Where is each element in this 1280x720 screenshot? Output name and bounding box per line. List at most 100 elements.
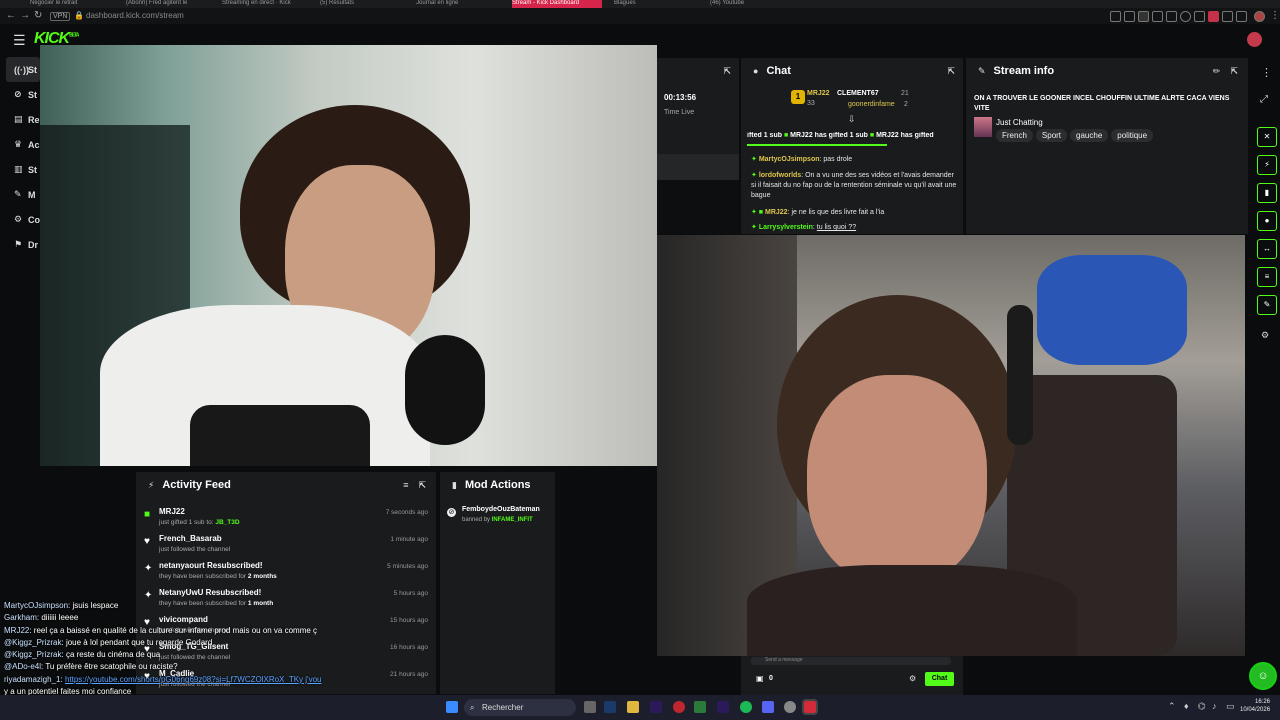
filter-icon[interactable]: ≡ <box>403 480 408 490</box>
browser-tab-active[interactable]: Stream - Kick Dashboard <box>512 0 602 8</box>
feed-user[interactable]: netanyaourt Resubscribed! <box>159 561 263 570</box>
nav-item-stream[interactable]: ((·)) St <box>6 57 40 82</box>
top-user-name[interactable]: CLEMENT67 <box>837 90 879 97</box>
pin-icon[interactable]: ⇩ <box>848 114 856 125</box>
taskview-icon[interactable] <box>584 701 596 713</box>
extension-icon[interactable] <box>1152 11 1163 22</box>
tag[interactable]: Sport <box>1035 129 1068 142</box>
popout-icon[interactable]: ⇱ <box>723 66 731 77</box>
browser-tab[interactable]: Blagues <box>614 0 699 8</box>
expand-icon[interactable]: ⤢ <box>1260 94 1268 105</box>
chat-send-button[interactable]: Chat <box>925 672 954 686</box>
headphone-shape <box>1007 305 1033 445</box>
feed-user[interactable]: French_Basarab <box>159 534 222 543</box>
nav-item-settings[interactable]: ⚙ Co <box>6 207 40 232</box>
top-user-count: 2 <box>904 101 908 108</box>
discord-icon[interactable] <box>762 701 774 713</box>
feed-user[interactable]: NetanyUwU Resubscribed! <box>159 588 261 597</box>
lightning-icon[interactable]: ⚡ <box>1257 155 1277 175</box>
chat-input[interactable]: Send a message <box>751 657 951 665</box>
settings-icon[interactable]: ⚙ <box>909 674 916 683</box>
profile-icon[interactable] <box>1254 11 1265 22</box>
browser-tab[interactable]: Streaming en direct · Kick <box>222 0 307 8</box>
browser-tab[interactable]: (Abonn) Fred agitent le <box>126 0 211 8</box>
popout-icon[interactable]: ⇱ <box>1230 66 1238 77</box>
tag[interactable]: French <box>996 129 1033 142</box>
edit-icon[interactable]: ✏ <box>1213 66 1221 77</box>
volume-icon[interactable]: ♪ <box>1212 701 1217 711</box>
tag[interactable]: gauche <box>1070 129 1109 142</box>
premiere-icon[interactable] <box>650 701 662 713</box>
url-field[interactable]: dashboard.kick.com/stream <box>86 11 184 20</box>
avatar[interactable] <box>1247 32 1262 47</box>
mic-icon[interactable]: ♦ <box>1184 701 1189 711</box>
hamburger-menu-icon[interactable]: ☰ <box>13 32 26 49</box>
heart-icon[interactable] <box>1180 11 1191 22</box>
settings-icon[interactable]: ⚙ <box>1261 330 1269 341</box>
nav-item-replay[interactable]: ▤ Re <box>6 107 40 132</box>
nav-item-moderation[interactable]: ✎ M <box>6 182 40 207</box>
taskbar-search[interactable]: ⌕ Rechercher <box>464 699 576 716</box>
browser-active-icon[interactable] <box>802 699 818 715</box>
browser-tab[interactable]: Journal en ligne <box>416 0 501 8</box>
chat-username[interactable]: lordofworlds <box>759 172 801 179</box>
badge-icon[interactable] <box>1208 11 1219 22</box>
taskbar-clock[interactable]: 16:26 10/04/2026 <box>1240 698 1270 714</box>
shield-icon[interactable] <box>1138 11 1149 22</box>
browser-tab[interactable]: Négocier le retrait <box>30 0 90 8</box>
mod-action-user[interactable]: FemboydeOuzBateman <box>462 506 540 513</box>
extension-icon[interactable] <box>1222 11 1233 22</box>
vpn-icon[interactable]: VPN <box>50 12 71 21</box>
play-icon[interactable] <box>1166 11 1177 22</box>
nav-item-stats[interactable]: ▥ St <box>6 157 40 182</box>
extension-icon[interactable] <box>1110 11 1121 22</box>
top-user-name[interactable]: MRJ22 <box>807 90 830 97</box>
more-icon[interactable]: ⋮ <box>1261 66 1272 79</box>
points-icon[interactable]: ▣ <box>756 674 764 683</box>
popout-icon[interactable]: ⇱ <box>418 480 426 491</box>
spotify-icon[interactable] <box>740 701 752 713</box>
battery-icon[interactable]: ▭ <box>1226 701 1235 712</box>
category-name[interactable]: Just Chatting <box>996 118 1043 127</box>
extension-icon[interactable] <box>1194 11 1205 22</box>
chat-icon[interactable]: ● <box>1257 211 1277 231</box>
popout-icon[interactable]: ⇱ <box>947 66 955 77</box>
chat-username[interactable]: MRJ22 <box>765 209 788 216</box>
browser-tab[interactable]: (5) Résultats <box>320 0 405 8</box>
nav-item-link[interactable]: ⊘ St <box>6 82 40 107</box>
extension-icon[interactable] <box>1124 11 1135 22</box>
help-chat-icon[interactable]: ☺ <box>1249 662 1277 690</box>
category-thumbnail[interactable] <box>974 117 992 137</box>
browser-tab[interactable]: (46) Youtube <box>710 0 795 8</box>
app-icon[interactable] <box>784 701 796 713</box>
tag[interactable]: politique <box>1111 129 1154 142</box>
chat-username[interactable]: Larrysylverstein <box>759 224 813 231</box>
forward-icon[interactable]: → <box>20 10 30 21</box>
photoshop-icon[interactable] <box>604 701 616 713</box>
menu-icon[interactable]: ⋮ <box>1270 10 1280 21</box>
premiere-icon[interactable] <box>717 701 729 713</box>
tray-chevron-icon[interactable]: ⌃ <box>1168 701 1176 712</box>
top-user-count: 33 <box>807 100 815 107</box>
extension-icon[interactable] <box>1236 11 1247 22</box>
mod-action-by[interactable]: INFAME_INFIT <box>492 517 533 523</box>
reload-icon[interactable]: ↻ <box>34 10 42 21</box>
folder-icon[interactable] <box>627 701 639 713</box>
app-icon[interactable] <box>694 701 706 713</box>
resize-icon[interactable]: ↔ <box>1257 239 1277 259</box>
feed-user[interactable]: MRJ22 <box>159 507 185 516</box>
nav-item-drops[interactable]: ⚑ Dr <box>6 232 40 257</box>
document-icon[interactable]: ▮ <box>1257 183 1277 203</box>
top-user-name[interactable]: goonerdinfame <box>848 101 895 108</box>
network-icon[interactable]: ⌬ <box>1198 701 1206 712</box>
widget-button-icon[interactable]: ✕ <box>1257 127 1277 147</box>
replay-icon: ▤ <box>14 114 23 124</box>
chat-username[interactable]: MartycOJsimpson <box>759 156 820 163</box>
start-icon[interactable] <box>446 701 458 713</box>
wrench-icon[interactable]: ✎ <box>1257 295 1277 315</box>
feed-highlight[interactable]: JB_T3D <box>215 519 239 526</box>
opera-icon[interactable] <box>673 701 685 713</box>
list-icon[interactable]: ≡ <box>1257 267 1277 287</box>
back-icon[interactable]: ← <box>6 10 16 21</box>
nav-item-achievements[interactable]: ♛ Ac <box>6 132 40 157</box>
